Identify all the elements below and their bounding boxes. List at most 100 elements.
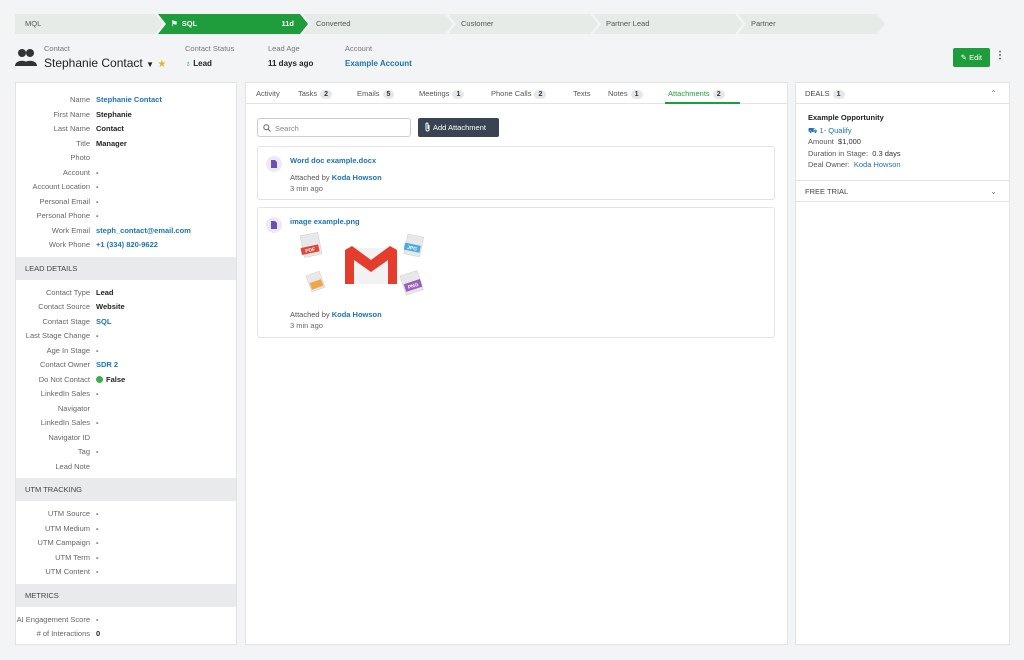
- field-label: Title: [76, 138, 90, 148]
- field-label: Last Stage Change: [25, 331, 90, 340]
- fire-icon: ♁: [185, 59, 191, 68]
- field-label: Name: [69, 95, 90, 104]
- add-attachment-button[interactable]: Add Attachment: [418, 118, 499, 137]
- utm-tracking-header[interactable]: UTM TRACKING: [16, 478, 236, 501]
- field-label: Personal Phone: [36, 211, 90, 220]
- field-contact-type: Contact Type Lead: [16, 286, 236, 301]
- field-value: False: [96, 373, 236, 388]
- deals-header[interactable]: DEALS 1 ⌃: [796, 83, 1009, 104]
- field-utm-content: UTM Content -: [16, 565, 236, 580]
- deal-amount: $1,000: [838, 137, 861, 146]
- star-icon[interactable]: ★: [157, 59, 166, 70]
- stage-customer[interactable]: Customer: [448, 14, 598, 34]
- more-options-icon[interactable]: ⋮: [995, 50, 1005, 61]
- field-value: -: [96, 167, 99, 177]
- deal-owner[interactable]: Koda Howson: [854, 160, 901, 169]
- tab-activity[interactable]: Activity: [256, 89, 280, 98]
- field-label: LinkedIn Sales Navigator: [40, 389, 90, 413]
- status-value: Lead: [193, 59, 212, 68]
- field-label: UTM Content: [45, 567, 90, 576]
- field-value: -: [96, 211, 99, 220]
- image-preview[interactable]: PDF JPG PNG: [290, 230, 425, 302]
- field-value: -: [96, 614, 99, 624]
- account-link[interactable]: Example Account: [345, 59, 412, 68]
- field-label: Age In Stage: [46, 345, 90, 355]
- field-photo: Photo: [16, 151, 236, 166]
- field-value[interactable]: +1 (334) 820-9622: [96, 238, 236, 253]
- stage-sql[interactable]: ⚑ SQL 11d: [158, 14, 308, 34]
- free-trial-header[interactable]: FREE TRIAL ⌄: [796, 181, 1009, 202]
- tab-notes[interactable]: Notes 1: [608, 89, 643, 99]
- field-label: UTM Medium: [44, 523, 90, 533]
- caret-down-icon[interactable]: ▼: [146, 60, 154, 69]
- tab-emails[interactable]: Emails 5: [357, 89, 395, 99]
- tab-texts[interactable]: Texts: [573, 89, 591, 98]
- field-value: -: [96, 567, 99, 576]
- deals-count: 1: [832, 90, 845, 99]
- field-of-interactions: # of Interactions 0: [16, 627, 236, 642]
- activity-panel: Activity Tasks 2 Emails 5 Meetings 1 Phone Call…: [245, 82, 788, 645]
- deal-stage-icon: ⛟: [808, 125, 818, 135]
- field-tag: Tag -: [16, 445, 236, 460]
- tab-phone-calls[interactable]: Phone Calls 2: [491, 89, 547, 99]
- lead-details-header[interactable]: LEAD DETAILS: [16, 256, 236, 280]
- pencil-icon: ✎: [960, 53, 967, 62]
- field-value[interactable]: steph_contact@email.com: [96, 224, 236, 239]
- account-label: Account: [345, 44, 373, 53]
- edit-button[interactable]: ✎ Edit: [952, 48, 990, 67]
- image-file-icon: [266, 217, 282, 233]
- field-label: Contact Owner: [39, 360, 90, 369]
- related-panel: DEALS 1 ⌃ Example Opportunity ⛟ 1- Qualif…: [795, 82, 1010, 645]
- attached-by-user[interactable]: Koda Howson: [332, 310, 382, 319]
- stage-partner[interactable]: Partner: [738, 14, 885, 34]
- tab-attachments[interactable]: Attachments 2: [668, 89, 725, 99]
- field-value: -: [96, 182, 99, 191]
- attached-by-label: Attached by: [290, 310, 330, 319]
- stage-mql[interactable]: MQL: [15, 14, 163, 34]
- field-label: Last Name: [53, 124, 90, 133]
- stage-bar: MQL ⚑ SQL 11d Converted Customer Partner …: [15, 14, 885, 34]
- field-first-name: First Name Stephanie: [16, 108, 236, 123]
- field-value: Contact: [96, 124, 124, 133]
- tab-tasks[interactable]: Tasks 2: [298, 89, 333, 99]
- field-value: -: [96, 538, 99, 547]
- attachment-name[interactable]: image example.png: [290, 217, 360, 226]
- field-value[interactable]: Stephanie Contact: [96, 93, 236, 108]
- tab-count-badge: 1: [452, 90, 465, 99]
- tab-meetings[interactable]: Meetings 1: [419, 89, 465, 99]
- chevron-up-icon[interactable]: ⌃: [990, 89, 997, 98]
- field-label: Tag: [77, 447, 90, 456]
- stage-partner-lead[interactable]: Partner Lead: [593, 14, 743, 34]
- field-label: Do Not Contact: [38, 374, 90, 384]
- attachment-name[interactable]: Word doc example.docx: [290, 156, 376, 165]
- attachment-time: 3 min ago: [290, 321, 323, 330]
- chevron-down-icon[interactable]: ⌄: [990, 187, 997, 196]
- field-value: -: [96, 331, 99, 340]
- field-label: Contact Stage: [42, 316, 90, 326]
- field-value: -: [96, 447, 99, 456]
- age-label: Lead Age: [268, 44, 300, 53]
- field-value[interactable]: SDR 2: [96, 358, 236, 373]
- field-linkedin-sales-navigator-id: LinkedIn Sales Navigator ID -: [16, 416, 236, 445]
- field-label: Account Location: [32, 182, 90, 191]
- record-header: Contact Stephanie Contact ▼ ★ Contact St…: [15, 44, 1010, 74]
- attached-by-user[interactable]: Koda Howson: [332, 173, 382, 182]
- field-title: Title Manager: [16, 137, 236, 152]
- metrics-header[interactable]: METRICS: [16, 583, 236, 607]
- field-value: -: [96, 552, 99, 562]
- search-icon: [263, 124, 271, 132]
- stage-converted[interactable]: Converted: [303, 14, 453, 34]
- attachment-item[interactable]: image example.png PDF JPG PNG Attached b…: [257, 207, 775, 338]
- details-panel: Name Stephanie Contact First Name Stephanie…: [15, 82, 237, 645]
- deal-name[interactable]: Example Opportunity: [808, 112, 997, 124]
- tab-count-badge: 2: [320, 90, 333, 99]
- age-value: 11 days ago: [268, 59, 314, 68]
- field-value: Manager: [96, 138, 127, 148]
- field-value: Stephanie: [96, 109, 132, 119]
- field-utm-campaign: UTM Campaign -: [16, 536, 236, 551]
- search-input[interactable]: Search: [257, 118, 411, 137]
- field-value: -: [96, 196, 99, 206]
- deal-stage[interactable]: 1- Qualify: [820, 126, 852, 135]
- field-value[interactable]: SQL: [96, 315, 236, 330]
- attachment-item[interactable]: Word doc example.docx Attached by Koda H…: [257, 146, 775, 200]
